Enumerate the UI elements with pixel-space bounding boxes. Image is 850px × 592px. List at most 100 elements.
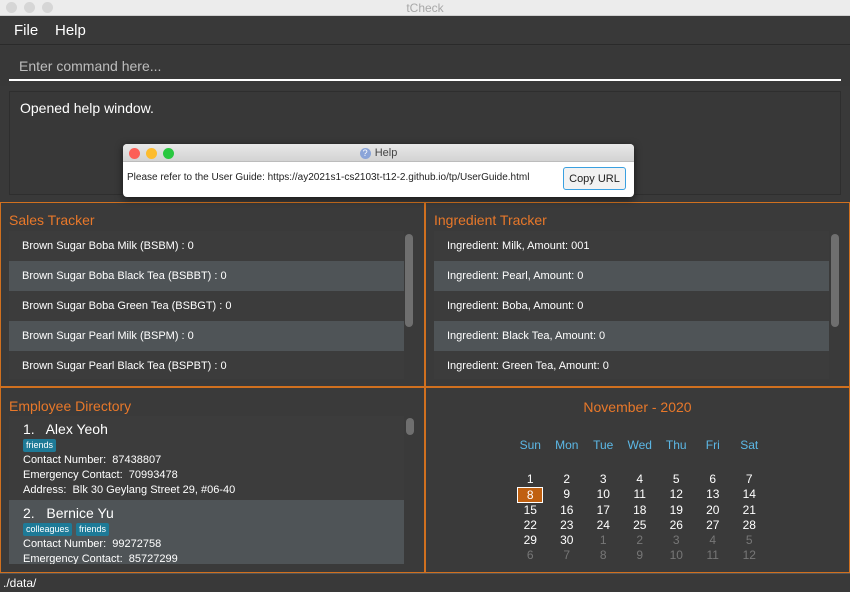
day-number: 26 (669, 518, 683, 532)
calendar-day[interactable]: 4 (695, 533, 732, 548)
calendar-day[interactable]: 27 (695, 518, 732, 533)
ingredient-item[interactable]: Ingredient: Milk, Amount: 001 (434, 231, 829, 261)
calendar-day[interactable]: 21 (731, 503, 768, 518)
day-number: 7 (745, 472, 753, 486)
calendar-day[interactable]: 5 (658, 472, 695, 487)
calendar-day[interactable]: 13 (695, 487, 732, 503)
calendar-day[interactable]: 12 (731, 548, 768, 563)
weekday-label: Thu (665, 438, 687, 452)
day-number: 18 (633, 503, 647, 517)
day-number: 10 (596, 487, 610, 501)
calendar-day[interactable]: 9 (549, 487, 586, 503)
calendar-day[interactable]: 4 (622, 472, 659, 487)
day-number: 8 (599, 548, 607, 562)
day-number: 6 (709, 472, 717, 486)
emergency-label: Emergency Contact: (23, 469, 123, 481)
calendar-day[interactable]: 6 (512, 548, 549, 563)
calendar-day[interactable]: 19 (658, 503, 695, 518)
day-number: 9 (563, 487, 571, 501)
calendar-day[interactable]: 3 (658, 533, 695, 548)
calendar-day[interactable]: 12 (658, 487, 695, 503)
copy-url-button[interactable]: Copy URL (563, 167, 626, 190)
calendar-day[interactable]: 3 (585, 472, 622, 487)
calendar-day[interactable]: 26 (658, 518, 695, 533)
calendar-day-selected[interactable]: 8 (512, 487, 549, 503)
calendar-day[interactable]: 2 (549, 472, 586, 487)
calendar-day[interactable]: 11 (695, 548, 732, 563)
command-input[interactable] (9, 52, 841, 81)
sales-item[interactable]: Brown Sugar Boba Black Tea (BSBBT) : 0 (9, 261, 404, 291)
day-number: 28 (742, 518, 756, 532)
menu-file[interactable]: File (14, 22, 38, 39)
calendar-day[interactable]: 20 (695, 503, 732, 518)
sales-item[interactable]: Brown Sugar Pearl Black Tea (BSPBT) : 0 (9, 351, 404, 379)
calendar-day[interactable]: 16 (549, 503, 586, 518)
calendar-day[interactable]: 1 (585, 533, 622, 548)
employee-scrollbar[interactable] (406, 418, 414, 435)
address-value: Blk 30 Geylang Street 29, #06-40 (72, 484, 236, 496)
sales-item[interactable]: Brown Sugar Boba Milk (BSBM) : 0 (9, 231, 404, 261)
calendar-day[interactable]: 14 (731, 487, 768, 503)
ingredient-item[interactable]: Ingredient: Pearl, Amount: 0 (434, 261, 829, 291)
employee-card[interactable]: 2. Bernice Yu colleagues friends Contact … (9, 500, 404, 564)
sales-scrollbar[interactable] (405, 234, 413, 327)
calendar-day[interactable]: 9 (622, 548, 659, 563)
calendar-day[interactable]: 29 (512, 533, 549, 548)
employee-contact: Contact Number: 99272758 (23, 537, 404, 552)
result-text: Opened help window. (20, 100, 154, 116)
tag: friends (76, 523, 110, 536)
calendar-day[interactable]: 25 (622, 518, 659, 533)
ingredient-item[interactable]: Ingredient: Black Tea, Amount: 0 (434, 321, 829, 351)
calendar-day[interactable]: 1 (512, 472, 549, 487)
help-message: Please refer to the User Guide: https://… (127, 172, 530, 183)
calendar-day[interactable]: 10 (585, 487, 622, 503)
sales-item[interactable]: Brown Sugar Pearl Milk (BSPM) : 0 (9, 321, 404, 351)
calendar-day[interactable]: 22 (512, 518, 549, 533)
calendar-day[interactable]: 23 (549, 518, 586, 533)
calendar-day[interactable]: 5 (731, 533, 768, 548)
day-number: 11 (633, 487, 646, 501)
calendar-day[interactable]: 24 (585, 518, 622, 533)
weekday-label: Fri (705, 438, 720, 452)
day-number: 1 (526, 472, 534, 486)
employee-tags: friends (23, 438, 404, 453)
calendar-day[interactable]: 2 (622, 533, 659, 548)
ingredient-tracker-panel: Ingredient Tracker Ingredient: Milk, Amo… (425, 202, 850, 387)
emergency-label: Emergency Contact: (23, 553, 123, 564)
calendar-day[interactable]: 15 (512, 503, 549, 518)
day-number: 5 (745, 533, 753, 547)
calendar-day[interactable]: 7 (731, 472, 768, 487)
calendar-day[interactable]: 11 (622, 487, 659, 503)
employee-address: Address: Blk 30 Geylang Street 29, #06-4… (23, 483, 404, 498)
help-title-text: Help (374, 147, 398, 159)
emergency-value: 70993478 (128, 469, 178, 481)
calendar-title: November - 2020 (583, 399, 692, 415)
question-icon: ? (359, 148, 371, 159)
day-number: 17 (596, 503, 610, 517)
day-number: 12 (669, 487, 683, 501)
calendar-day[interactable]: 28 (731, 518, 768, 533)
ingredient-item[interactable]: Ingredient: Green Tea, Amount: 0 (434, 351, 829, 379)
weekday-label: Sat (740, 438, 759, 452)
ingredient-scrollbar[interactable] (831, 234, 839, 327)
menu-help[interactable]: Help (55, 22, 86, 39)
day-number: 15 (523, 503, 537, 517)
day-number: 22 (523, 518, 537, 532)
day-number: 9 (636, 548, 644, 562)
calendar-day[interactable]: 18 (622, 503, 659, 518)
ingredient-item[interactable]: Ingredient: Boba, Amount: 0 (434, 291, 829, 321)
sales-tracker-panel: Sales Tracker Brown Sugar Boba Milk (BSB… (0, 202, 425, 387)
tag: colleagues (23, 523, 73, 536)
calendar-day[interactable]: 30 (549, 533, 586, 548)
day-number: 8 (517, 487, 544, 503)
calendar-day[interactable]: 6 (695, 472, 732, 487)
calendar-day[interactable]: 17 (585, 503, 622, 518)
sales-item[interactable]: Brown Sugar Boba Green Tea (BSBGT) : 0 (9, 291, 404, 321)
calendar-day[interactable]: 10 (658, 548, 695, 563)
calendar-day[interactable]: 7 (549, 548, 586, 563)
employee-card[interactable]: 1. Alex Yeoh friends Contact Number: 874… (9, 416, 404, 500)
calendar-day[interactable]: 8 (585, 548, 622, 563)
day-number: 2 (636, 533, 644, 547)
tag: friends (23, 439, 57, 452)
employee-name: Alex Yeoh (45, 421, 108, 437)
